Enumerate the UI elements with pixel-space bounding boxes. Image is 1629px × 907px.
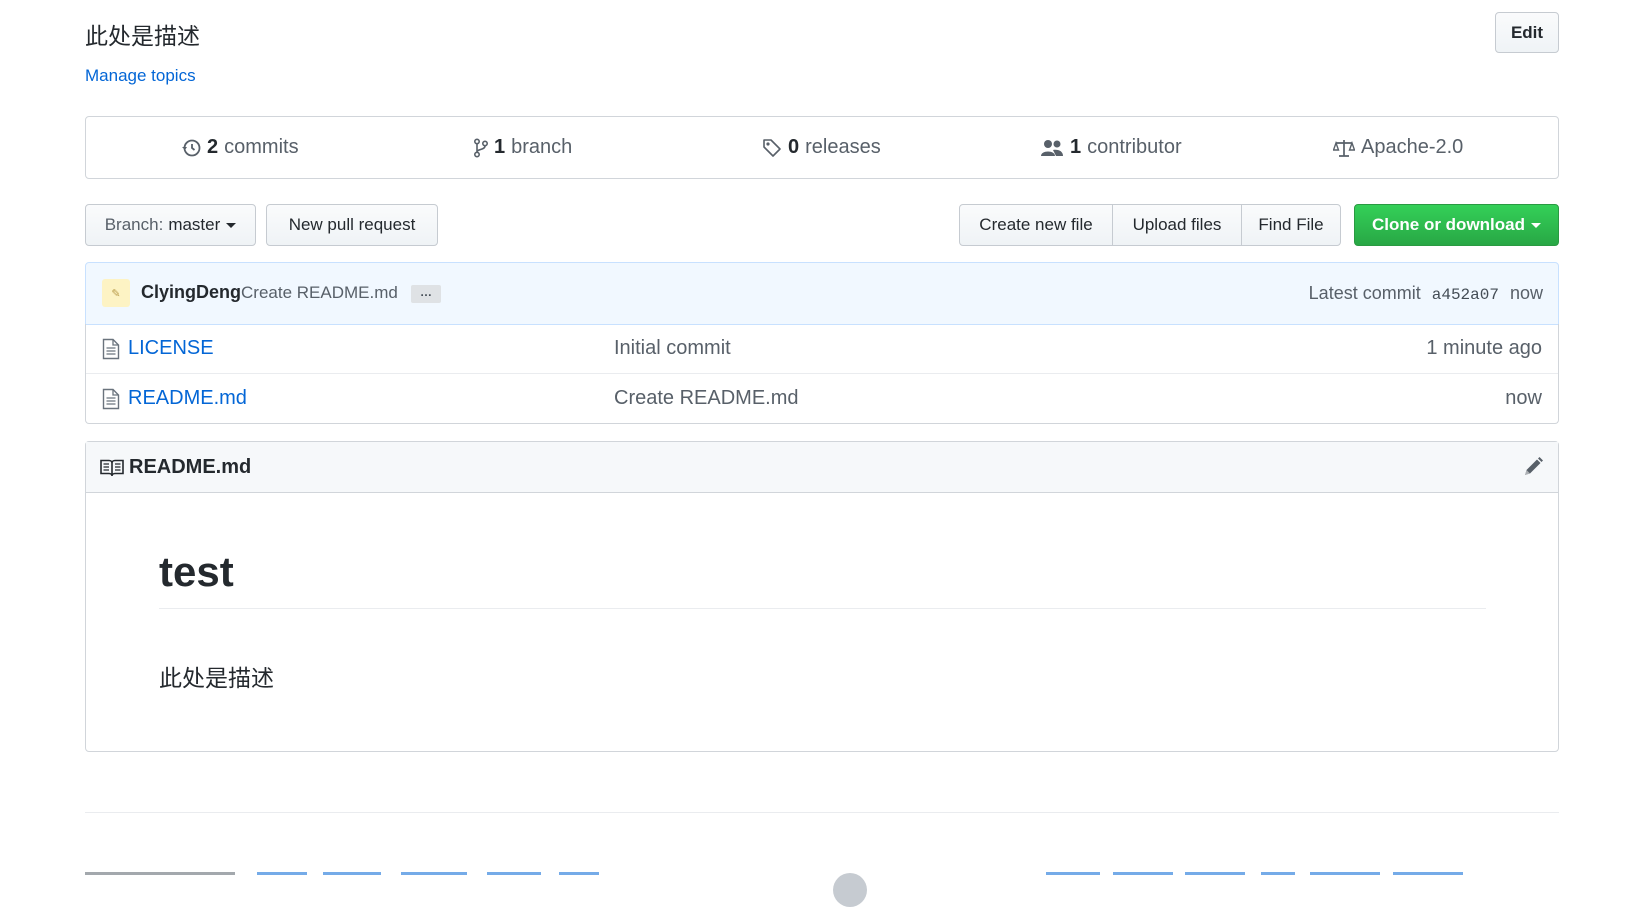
readme-paragraph: 此处是描述 (159, 666, 274, 692)
latest-commit-prefix: Latest commit (1308, 283, 1421, 303)
footer-link-cropped[interactable] (1046, 872, 1100, 875)
latest-commit-bar: ✎ ClyingDeng Create README.md … Latest c… (85, 262, 1559, 325)
clone-or-download-button[interactable]: Clone or download (1354, 204, 1559, 246)
file-commit-message-link[interactable]: Initial commit (614, 337, 731, 360)
clone-or-download-label: Clone or download (1372, 215, 1525, 234)
footer-link-cropped[interactable] (1310, 872, 1380, 875)
footer-logo-icon[interactable] (833, 873, 867, 907)
readme-heading: test (159, 548, 1486, 609)
commits-link[interactable]: 2 commits (181, 117, 299, 178)
find-file-button[interactable]: Find File (1241, 204, 1341, 246)
file-row: LICENSE Initial commit 1 minute ago (86, 324, 1558, 374)
file-commit-message-link[interactable]: Create README.md (614, 387, 799, 410)
contributors-label: contributor (1087, 136, 1182, 158)
commit-sha-link[interactable]: a452a07 (1432, 286, 1499, 304)
commits-count: 2 (207, 136, 219, 158)
readme-title: README.md (129, 456, 252, 478)
new-pull-request-button[interactable]: New pull request (266, 204, 438, 246)
readme-panel: README.md test 此处是描述 (85, 441, 1559, 752)
footer-link-cropped[interactable] (1185, 872, 1245, 875)
footer-copyright-cropped (85, 872, 235, 875)
repo-description: 此处是描述 (85, 24, 200, 50)
dropdown-caret-icon (1531, 222, 1541, 228)
branches-count: 1 (494, 136, 506, 158)
footer-link-cropped[interactable] (487, 872, 541, 875)
footer-link-cropped[interactable] (559, 872, 599, 875)
commit-age: now (1509, 283, 1543, 303)
footer-link-cropped[interactable] (1113, 872, 1173, 875)
license-label: Apache-2.0 (1361, 136, 1464, 158)
create-new-file-button[interactable]: Create new file (959, 204, 1113, 246)
file-row: README.md Create README.md now (86, 374, 1558, 423)
branches-link[interactable]: 1 branch (474, 117, 572, 178)
readme-header: README.md (86, 442, 1558, 493)
branch-select-button[interactable]: Branch: master (85, 204, 256, 246)
footer-divider (85, 812, 1559, 813)
edit-description-button[interactable]: Edit (1495, 12, 1559, 53)
file-age: 1 minute ago (1426, 337, 1542, 359)
file-list: LICENSE Initial commit 1 minute ago READ… (85, 324, 1559, 424)
branches-label: branch (511, 136, 573, 158)
history-icon (182, 139, 201, 156)
file-icon (102, 388, 120, 410)
dropdown-caret-icon (226, 222, 237, 228)
branch-name: master (168, 215, 221, 234)
tag-icon (763, 138, 781, 157)
footer-link-cropped[interactable] (1261, 872, 1295, 875)
pencil-icon[interactable] (1522, 456, 1544, 478)
commit-message-link[interactable]: Create README.md (241, 283, 398, 303)
file-name-link[interactable]: LICENSE (128, 337, 214, 360)
contributors-count: 1 (1070, 136, 1082, 158)
repo-summary-bar: 2 commits 1 branch 0 releases 1 contribu… (85, 116, 1559, 179)
upload-files-button[interactable]: Upload files (1112, 204, 1242, 246)
footer-link-cropped[interactable] (323, 872, 381, 875)
file-icon (102, 338, 120, 360)
people-icon (1041, 139, 1063, 156)
commit-author-link[interactable]: ClyingDeng (141, 282, 241, 303)
releases-label: releases (805, 136, 881, 158)
latest-commit-info: Latest commit a452a07 now (1309, 283, 1543, 304)
branch-prefix: Branch: (104, 215, 164, 234)
branch-icon (474, 138, 488, 157)
releases-count: 0 (788, 136, 800, 158)
contributors-link[interactable]: 1 contributor (1040, 117, 1182, 178)
avatar[interactable]: ✎ (102, 279, 130, 307)
file-name-link[interactable]: README.md (128, 387, 247, 410)
footer-link-cropped[interactable] (401, 872, 467, 875)
commits-label: commits (224, 136, 299, 158)
law-scale-icon (1333, 139, 1355, 157)
book-icon (100, 459, 124, 477)
license-link[interactable]: Apache-2.0 (1333, 117, 1463, 178)
footer-link-cropped[interactable] (1393, 872, 1463, 875)
releases-link[interactable]: 0 releases (762, 117, 881, 178)
footer-links-cropped (85, 868, 1559, 878)
footer-link-cropped[interactable] (257, 872, 307, 875)
expand-commit-message-button[interactable]: … (411, 285, 441, 303)
manage-topics-link[interactable]: Manage topics (85, 66, 196, 86)
readme-heading-text: test (159, 548, 234, 595)
file-age: now (1505, 387, 1542, 409)
